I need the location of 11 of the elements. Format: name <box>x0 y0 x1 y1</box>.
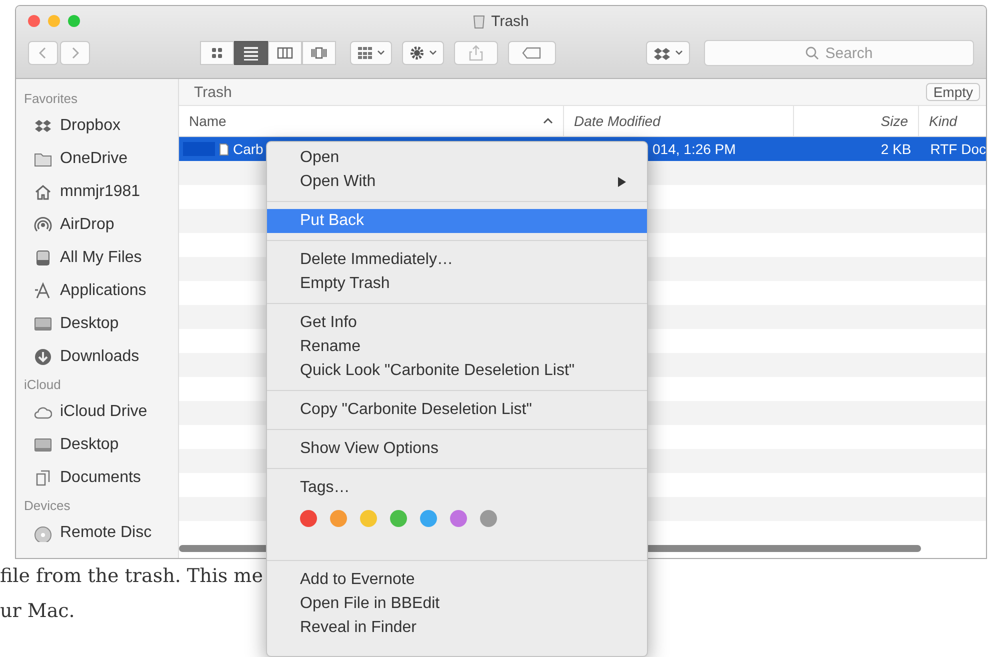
file-name: Carb <box>233 141 264 157</box>
article-text: ur Mac. <box>0 599 75 624</box>
size-cell-text: 2 KB <box>880 141 912 157</box>
date-cell-text: 014, 1:26 PM <box>652 141 737 157</box>
sidebar-section-header: Devices <box>24 498 72 513</box>
article-text: file from the trash. This me <box>0 564 263 589</box>
window-title: Trash <box>491 12 529 30</box>
path-label: Trash <box>194 84 232 100</box>
sidebar-section-header: Favorites <box>24 91 78 106</box>
sidebar-section-header: iCloud <box>24 377 62 392</box>
kind-cell: RTF Doc <box>930 141 986 157</box>
